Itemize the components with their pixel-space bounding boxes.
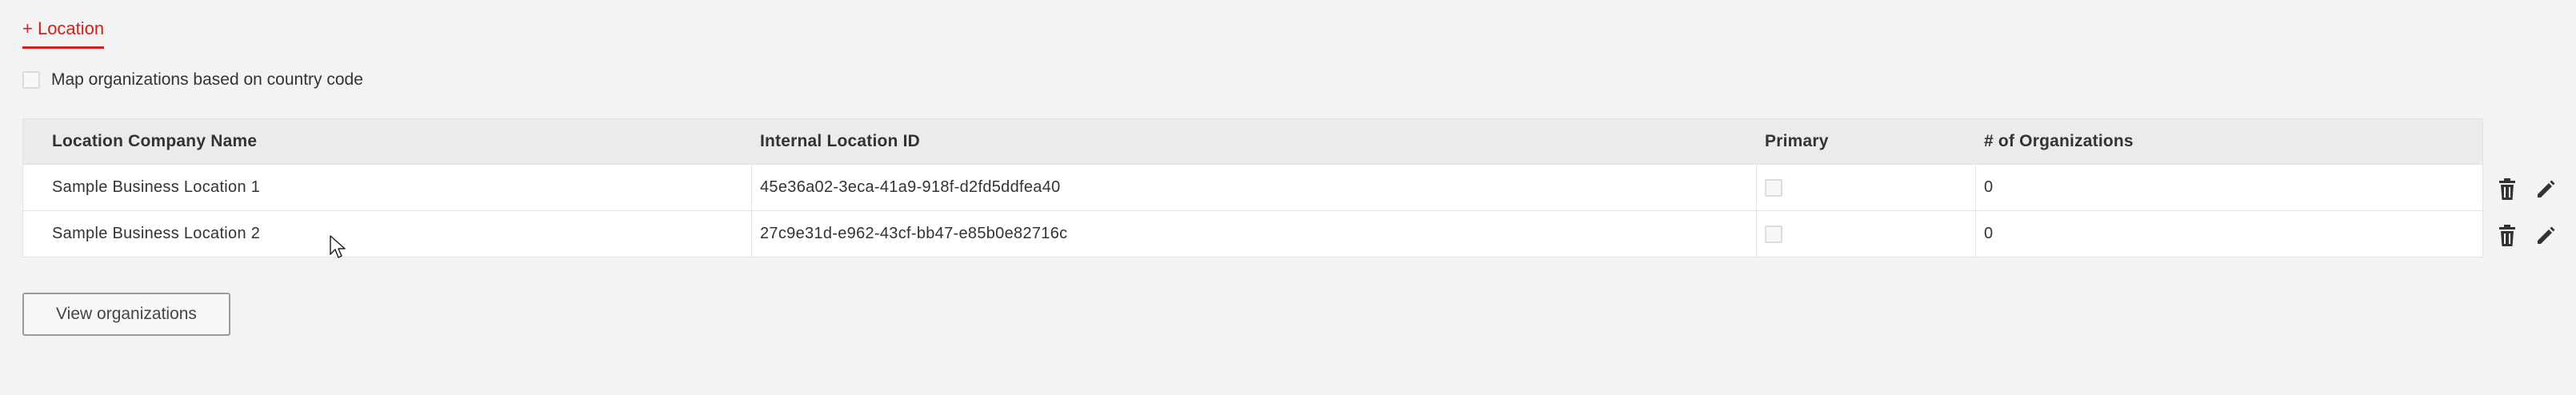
map-organizations-option[interactable]: Map organizations based on country code bbox=[22, 70, 363, 90]
table-header: Location Company Name Internal Location … bbox=[22, 118, 2483, 165]
primary-checkbox[interactable] bbox=[1765, 225, 1782, 243]
add-location-link[interactable]: + Location bbox=[22, 18, 105, 49]
header-internal-location-id[interactable]: Internal Location ID bbox=[752, 119, 1757, 164]
location-id-cell: 27c9e31d-e962-43cf-bb47-e85b0e82716c bbox=[752, 211, 1757, 257]
header-organization-count[interactable]: # of Organizations bbox=[1976, 119, 2482, 164]
primary-cell bbox=[1757, 211, 1976, 257]
header-location-company-name[interactable]: Location Company Name bbox=[23, 119, 752, 164]
trash-icon[interactable] bbox=[2496, 225, 2518, 247]
organization-count-cell: 0 bbox=[1984, 178, 1994, 196]
organization-count-cell: 0 bbox=[1984, 225, 1994, 242]
map-organizations-label: Map organizations based on country code bbox=[51, 70, 363, 89]
view-organizations-button[interactable]: View organizations bbox=[22, 293, 230, 336]
table-row[interactable]: Sample Business Location 2 27c9e31d-e962… bbox=[22, 211, 2483, 257]
location-name-cell: Sample Business Location 2 bbox=[23, 211, 752, 257]
location-name-cell: Sample Business Location 1 bbox=[23, 165, 752, 210]
locations-table: Location Company Name Internal Location … bbox=[22, 118, 2483, 257]
trash-icon[interactable] bbox=[2496, 178, 2518, 201]
header-primary[interactable]: Primary bbox=[1757, 119, 1976, 164]
primary-checkbox[interactable] bbox=[1765, 178, 1782, 197]
pencil-icon[interactable] bbox=[2534, 178, 2557, 201]
table-row[interactable]: Sample Business Location 1 45e36a02-3eca… bbox=[22, 165, 2483, 211]
row-actions bbox=[2496, 166, 2557, 213]
row-actions bbox=[2496, 213, 2557, 259]
pencil-icon[interactable] bbox=[2534, 225, 2557, 247]
mouse-cursor-icon bbox=[330, 235, 347, 263]
primary-cell bbox=[1757, 165, 1976, 210]
map-organizations-checkbox[interactable] bbox=[22, 71, 40, 89]
location-id-cell: 45e36a02-3eca-41a9-918f-d2fd5ddfea40 bbox=[752, 165, 1757, 210]
